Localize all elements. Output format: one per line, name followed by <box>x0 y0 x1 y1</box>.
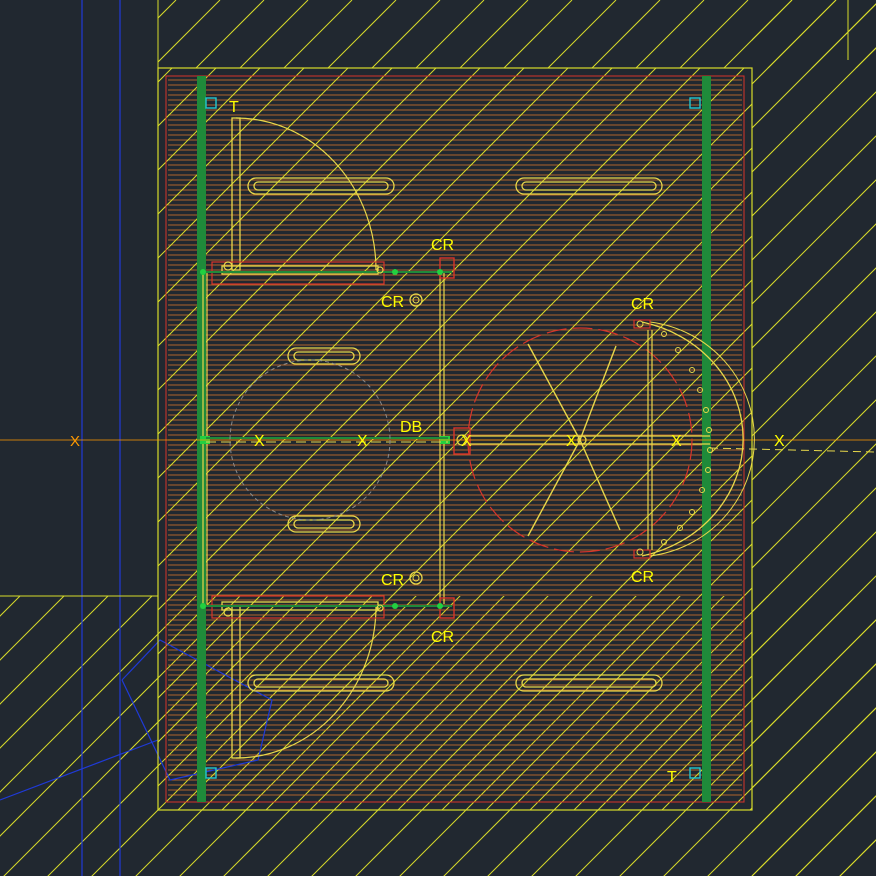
hatch-line <box>860 0 876 876</box>
label-x-mark-2: X <box>357 433 368 450</box>
hatch-line <box>792 0 876 876</box>
hatch-line <box>0 0 176 876</box>
label-db: DB <box>400 419 422 436</box>
hatch-line <box>0 0 132 876</box>
label-t-top: T <box>229 99 239 116</box>
label-axis-left: X <box>70 433 80 450</box>
hatch-line <box>836 0 876 876</box>
hatch-line <box>839 839 876 876</box>
hatch-line <box>860 0 876 876</box>
hatch-line <box>0 0 44 876</box>
label-cr-top-left: CR <box>381 294 404 311</box>
hatch-line <box>0 0 132 876</box>
label-t-bottom: T <box>667 769 677 786</box>
label-cr-revolving-bottom: CR <box>631 569 654 586</box>
hatch-line <box>751 751 876 876</box>
label-x-mark-5: X <box>671 433 682 450</box>
hatch-line <box>0 0 44 876</box>
cad-drawing-canvas[interactable]: T T CR CR CR CR CR CR DB X X X X X X X <box>0 0 876 876</box>
revolving-door <box>467 319 755 559</box>
label-cr-top-right: CR <box>431 237 454 254</box>
hatch-line <box>158 0 177 19</box>
hatch-line <box>839 839 876 876</box>
hatch-line <box>772 0 876 876</box>
hatch-line <box>816 0 876 876</box>
label-axis-right: X <box>774 433 785 450</box>
hatch-line <box>0 0 64 876</box>
drawing-labels: T T CR CR CR CR CR CR DB X X X X X X X <box>70 99 785 786</box>
hatch-line <box>728 0 876 876</box>
hatch-line <box>0 0 196 876</box>
swing-door-top <box>200 117 452 285</box>
hatch-line <box>0 0 44 876</box>
label-cr-bottom-left: CR <box>381 572 404 589</box>
label-x-mark-3: X <box>461 433 472 450</box>
hatch-line <box>860 0 876 876</box>
hatch-line <box>0 0 176 876</box>
hatch-line <box>795 795 876 876</box>
label-cr-revolving-top: CR <box>631 296 654 313</box>
label-x-mark-1: X <box>254 433 265 450</box>
hatch-line <box>748 0 876 876</box>
label-x-mark-4: X <box>566 433 577 450</box>
hatch-line <box>752 751 876 876</box>
hatch-line <box>0 0 132 876</box>
label-cr-bottom-right: CR <box>431 629 454 646</box>
hatch-line <box>795 795 876 876</box>
